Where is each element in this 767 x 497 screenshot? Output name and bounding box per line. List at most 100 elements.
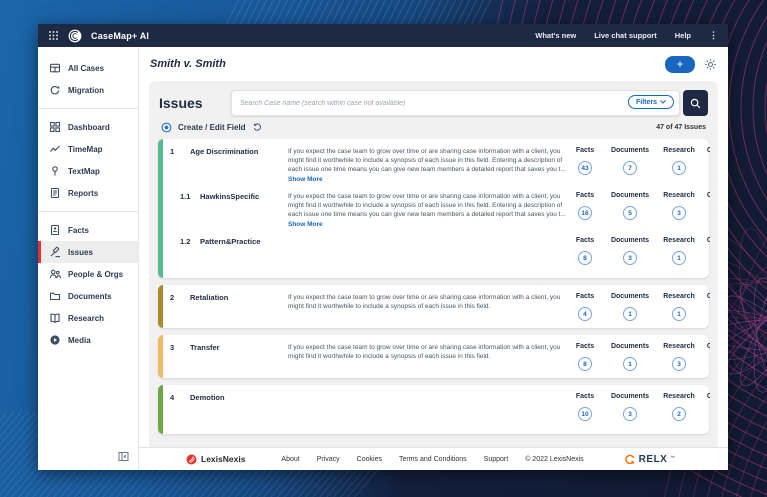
documents-count-badge[interactable]: 3 xyxy=(623,251,637,265)
sidebar-item-research[interactable]: Research xyxy=(38,307,138,329)
create-edit-field-button[interactable]: Create / Edit Field xyxy=(178,123,246,132)
sidebar-item-media[interactable]: Media xyxy=(38,329,138,351)
research-count-badge[interactable]: 1 xyxy=(672,161,686,175)
issue-row[interactable]: 1.1 HawkinsSpecific If you expect the ca… xyxy=(164,184,710,229)
textmap-icon xyxy=(49,165,61,177)
documents-count-badge[interactable]: 5 xyxy=(623,206,637,220)
app-launcher-grid-icon[interactable] xyxy=(48,30,59,41)
documents-count-badge[interactable]: 1 xyxy=(623,307,637,321)
search-input[interactable] xyxy=(232,99,679,107)
chevron-down-icon xyxy=(660,100,666,104)
documents-column-header: Documents xyxy=(610,237,650,244)
help-link[interactable]: Help xyxy=(675,31,691,40)
sidebar-item-people-orgs[interactable]: People & Orgs xyxy=(38,263,138,285)
facts-column-header: Facts xyxy=(575,393,595,400)
facts-count-badge[interactable]: 16 xyxy=(577,206,592,220)
issue-row[interactable]: 1.2 Pattern&Practice Facts 8 Documents 3 R… xyxy=(164,229,710,271)
footer-link-about[interactable]: About xyxy=(281,456,299,463)
issue-card: 1 Age Discrimination If you expect the c… xyxy=(158,139,710,278)
research-count-badge[interactable]: 1 xyxy=(672,251,686,265)
documents-count-badge[interactable]: 3 xyxy=(623,407,637,421)
sidebar: All Cases Migration Dashboard TimeMap Te… xyxy=(38,47,139,470)
issue-row[interactable]: 2 Retaliation If you expect the case tea… xyxy=(164,285,710,321)
footer-link-privacy[interactable]: Privacy xyxy=(317,456,340,463)
sidebar-item-label: Reports xyxy=(68,188,99,198)
more-options-icon[interactable]: ⋮ xyxy=(709,31,718,40)
issue-number: 4 xyxy=(170,393,175,402)
issue-number: 1.1 xyxy=(180,192,191,201)
issue-number: 2 xyxy=(170,293,175,302)
sidebar-item-textmap[interactable]: TextMap xyxy=(38,160,138,182)
add-button[interactable]: + xyxy=(665,55,695,73)
lexisnexis-wordmark: LexisNexis xyxy=(201,454,246,464)
sidebar-item-reports[interactable]: Reports xyxy=(38,182,138,204)
research-count-badge[interactable]: 2 xyxy=(672,407,686,421)
sidebar-item-dashboard[interactable]: Dashboard xyxy=(38,116,138,138)
issue-description xyxy=(288,393,566,427)
issue-color-bar xyxy=(158,385,163,434)
sidebar-item-migration[interactable]: Migration xyxy=(38,79,138,101)
sidebar-item-facts[interactable]: Facts xyxy=(38,219,138,241)
issue-row[interactable]: 3 Transfer If you expect the case team t… xyxy=(164,335,710,371)
facts-count-badge[interactable]: 10 xyxy=(577,407,592,421)
sidebar-item-timemap[interactable]: TimeMap xyxy=(38,138,138,160)
sidebar-item-label: Media xyxy=(68,335,91,345)
search-row: Filters xyxy=(231,90,708,116)
reports-icon xyxy=(49,187,61,199)
live-chat-support-link[interactable]: Live chat support xyxy=(594,31,657,40)
research-column-header: Research xyxy=(663,147,695,154)
lexisnexis-logo-icon xyxy=(186,454,197,465)
footer-link-support[interactable]: Support xyxy=(484,456,509,463)
whats-new-link[interactable]: What's new xyxy=(535,31,576,40)
search-button[interactable] xyxy=(683,90,708,116)
sidebar-item-label: Dashboard xyxy=(68,122,110,132)
documents-count-badge[interactable]: 1 xyxy=(623,357,637,371)
refresh-icon[interactable] xyxy=(252,122,262,132)
app-body: All Cases Migration Dashboard TimeMap Te… xyxy=(38,47,728,470)
facts-count-badge[interactable]: 8 xyxy=(577,357,592,371)
sidebar-item-issues[interactable]: Issues xyxy=(38,241,138,263)
issues-list: 1 Age Discrimination If you expect the c… xyxy=(157,137,710,447)
documents-column-header: Documents xyxy=(610,393,650,400)
research-column-header: Research xyxy=(663,237,695,244)
documents-column-header: Documents xyxy=(610,147,650,154)
lexisnexis-brand: LexisNexis xyxy=(186,454,245,465)
case-header: Smith v. Smith + xyxy=(139,47,728,81)
show-more-link[interactable]: Show More xyxy=(288,175,566,184)
research-count-badge[interactable]: 1 xyxy=(672,307,686,321)
issue-row[interactable]: 1 Age Discrimination If you expect the c… xyxy=(164,139,710,184)
issue-card: 3 Transfer If you expect the case team t… xyxy=(158,335,710,378)
top-bar: CaseMap+ AI What's new Live chat support… xyxy=(38,24,728,47)
research-count-badge[interactable]: 3 xyxy=(672,206,686,220)
research-column-header: Research xyxy=(663,293,695,300)
sidebar-item-all-cases[interactable]: All Cases xyxy=(38,57,138,79)
issue-description-text: If you expect the case team to grow over… xyxy=(288,294,561,310)
sidebar-collapse-icon[interactable] xyxy=(118,451,129,462)
desktop-background: CaseMap+ AI What's new Live chat support… xyxy=(0,0,767,497)
sidebar-item-documents[interactable]: Documents xyxy=(38,285,138,307)
issue-stats: Facts8 Documents3 Research1 Comments0 xyxy=(566,237,710,271)
filters-button[interactable]: Filters xyxy=(627,95,674,109)
facts-column-header: Facts xyxy=(575,192,595,199)
issue-number: 3 xyxy=(170,343,175,352)
filters-label: Filters xyxy=(635,98,657,106)
facts-count-badge[interactable]: 43 xyxy=(577,161,592,175)
show-more-link[interactable]: Show More xyxy=(288,220,566,229)
relx-logo-icon xyxy=(624,453,636,465)
issue-description-text: If you expect the case team to grow over… xyxy=(288,344,561,360)
case-title: Smith v. Smith xyxy=(150,58,226,70)
documents-count-badge[interactable]: 7 xyxy=(623,161,637,175)
footer-link-cookies[interactable]: Cookies xyxy=(357,456,382,463)
research-count-badge[interactable]: 3 xyxy=(672,357,686,371)
issue-row[interactable]: 4 Demotion Facts 10 Documents 3 Research 2 … xyxy=(164,385,710,427)
research-column-header: Research xyxy=(663,343,695,350)
facts-column-header: Facts xyxy=(575,237,595,244)
facts-count-badge[interactable]: 8 xyxy=(577,251,592,265)
research-book-icon xyxy=(49,312,61,324)
comments-column-header: Comments xyxy=(706,192,710,199)
footer-link-terms[interactable]: Terms and Conditions xyxy=(399,456,467,463)
documents-column-header: Documents xyxy=(610,293,650,300)
settings-gear-icon[interactable] xyxy=(704,58,717,71)
relx-wordmark: RELX xyxy=(638,453,668,465)
facts-count-badge[interactable]: 4 xyxy=(577,307,592,321)
